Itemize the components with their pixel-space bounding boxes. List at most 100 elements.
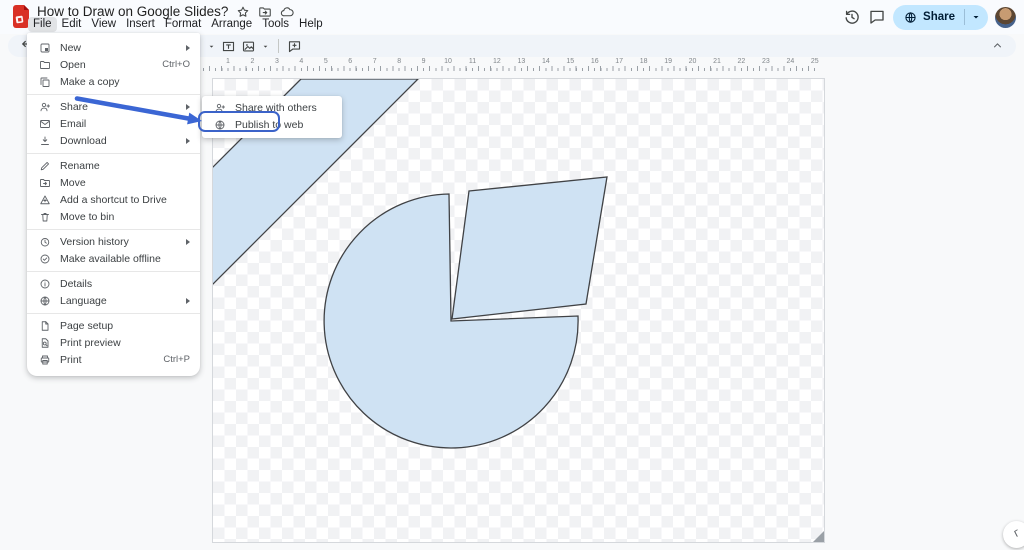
menu-item-move[interactable]: Move [27, 174, 200, 191]
canvas-resize-handle[interactable] [813, 531, 824, 542]
zoom-dropdown-caret-icon[interactable] [207, 42, 216, 51]
menu-item-share-with-others[interactable]: Share with others [202, 100, 342, 117]
ruler-half-ticks [209, 66, 816, 71]
ruler-number: 17 [615, 58, 623, 65]
printer-icon [39, 354, 51, 366]
ruler-number: 19 [664, 58, 672, 65]
menu-item-move-to-bin[interactable]: Move to bin [27, 208, 200, 225]
ruler-number: 15 [566, 58, 574, 65]
menu-item-new[interactable]: New [27, 39, 200, 56]
menu-item-download[interactable]: Download [27, 132, 200, 149]
menu-item-label: Print [60, 354, 154, 366]
menu-separator [27, 313, 200, 314]
chevron-left-icon [1011, 526, 1022, 544]
app-header: How to Draw on Google Slides? FileEditVi… [0, 0, 1024, 34]
menu-separator [27, 271, 200, 272]
menu-separator [27, 153, 200, 154]
menu-item-print-preview[interactable]: Print preview [27, 334, 200, 351]
canvas-shapes [213, 79, 824, 542]
ruler-number: 6 [348, 58, 352, 65]
toolbar-divider [278, 39, 279, 53]
submenu-arrow-icon [186, 104, 190, 110]
drive-shortcut-icon [39, 194, 51, 206]
ruler-number: 22 [738, 58, 746, 65]
ruler-number: 4 [299, 58, 303, 65]
ruler-number: 16 [591, 58, 599, 65]
menu-item-label: Share with others [235, 102, 332, 114]
menu-item-label: Download [60, 135, 177, 147]
menu-item-label: Language [60, 295, 177, 307]
print-preview-icon [39, 337, 51, 349]
menu-item-details[interactable]: Details [27, 275, 200, 292]
menu-bar: FileEditViewInsertFormatArrangeToolsHelp [28, 17, 328, 32]
menu-item-add-a-shortcut-to-drive[interactable]: Add a shortcut to Drive [27, 191, 200, 208]
menubar-item-arrange[interactable]: Arrange [206, 17, 257, 32]
ruler-number: 5 [324, 58, 328, 65]
menu-item-version-history[interactable]: Version history [27, 233, 200, 250]
ruler-number: 3 [275, 58, 279, 65]
comments-icon[interactable] [868, 8, 886, 26]
share-status-globe-icon [904, 11, 917, 24]
menu-item-label: Make available offline [60, 253, 190, 265]
menu-item-page-setup[interactable]: Page setup [27, 317, 200, 334]
share-button[interactable]: Share [893, 5, 988, 30]
menu-item-print[interactable]: PrintCtrl+P [27, 351, 200, 368]
ruler-number: 13 [517, 58, 525, 65]
quadrilateral-shape[interactable] [452, 177, 607, 319]
collapse-toolbar-icon[interactable] [991, 39, 1004, 52]
new-slide-icon [39, 42, 51, 54]
menu-item-make-available-offline[interactable]: Make available offline [27, 250, 200, 267]
ruler-number: 9 [422, 58, 426, 65]
menu-item-language[interactable]: Language [27, 292, 200, 309]
menu-separator [27, 94, 200, 95]
share-dropdown-caret-icon[interactable] [967, 8, 985, 26]
menubar-item-help[interactable]: Help [294, 17, 328, 32]
menu-item-publish-to-web[interactable]: Publish to web [202, 117, 342, 134]
menu-item-share[interactable]: Share [27, 98, 200, 115]
account-avatar[interactable] [995, 7, 1016, 28]
ruler-number: 21 [713, 58, 721, 65]
ruler-number: 25 [811, 58, 819, 65]
menu-item-label: Print preview [60, 337, 190, 349]
folder-move-icon [39, 177, 51, 189]
info-icon [39, 278, 51, 290]
menu-item-email[interactable]: Email [27, 115, 200, 132]
person-add-icon [214, 102, 226, 114]
page-setup-icon [39, 320, 51, 332]
version-history-icon[interactable] [843, 8, 861, 26]
text-box-icon[interactable] [221, 39, 236, 54]
submenu-arrow-icon [186, 239, 190, 245]
ruler-number: 14 [542, 58, 550, 65]
menu-item-label: Move to bin [60, 211, 190, 223]
ruler-number: 2 [250, 58, 254, 65]
menu-item-open[interactable]: OpenCtrl+O [27, 56, 200, 73]
menubar-item-view[interactable]: View [86, 17, 121, 32]
menubar-item-tools[interactable]: Tools [257, 17, 294, 32]
ruler-number: 11 [469, 58, 476, 65]
horizontal-ruler: 1234567891011121314151617181920212223242… [200, 57, 824, 74]
file-menu-dropdown: NewOpenCtrl+OMake a copy Share Email Downlo… [27, 33, 200, 376]
menu-item-label: Details [60, 278, 190, 290]
menubar-item-file[interactable]: File [28, 17, 57, 32]
add-comment-icon[interactable] [287, 39, 302, 54]
menubar-item-edit[interactable]: Edit [57, 17, 87, 32]
slide-canvas[interactable] [212, 78, 825, 543]
menubar-item-insert[interactable]: Insert [121, 17, 160, 32]
menu-item-label: Share [60, 101, 177, 113]
share-pill-divider [964, 9, 965, 25]
image-dropdown-caret-icon[interactable] [261, 42, 270, 51]
submenu-arrow-icon [186, 45, 190, 51]
share-button-label: Share [923, 11, 955, 23]
menu-item-rename[interactable]: Rename [27, 157, 200, 174]
offline-icon [39, 253, 51, 265]
insert-image-icon[interactable] [241, 39, 256, 54]
menu-item-label: Version history [60, 236, 177, 248]
ruler-number: 24 [786, 58, 794, 65]
trash-icon [39, 211, 51, 223]
menu-item-make-a-copy[interactable]: Make a copy [27, 73, 200, 90]
ruler-number: 10 [444, 58, 452, 65]
menubar-item-format[interactable]: Format [160, 17, 206, 32]
folder-open-icon [39, 59, 51, 71]
menu-item-shortcut: Ctrl+O [162, 59, 190, 70]
collapse-panel-button[interactable] [1003, 521, 1024, 548]
